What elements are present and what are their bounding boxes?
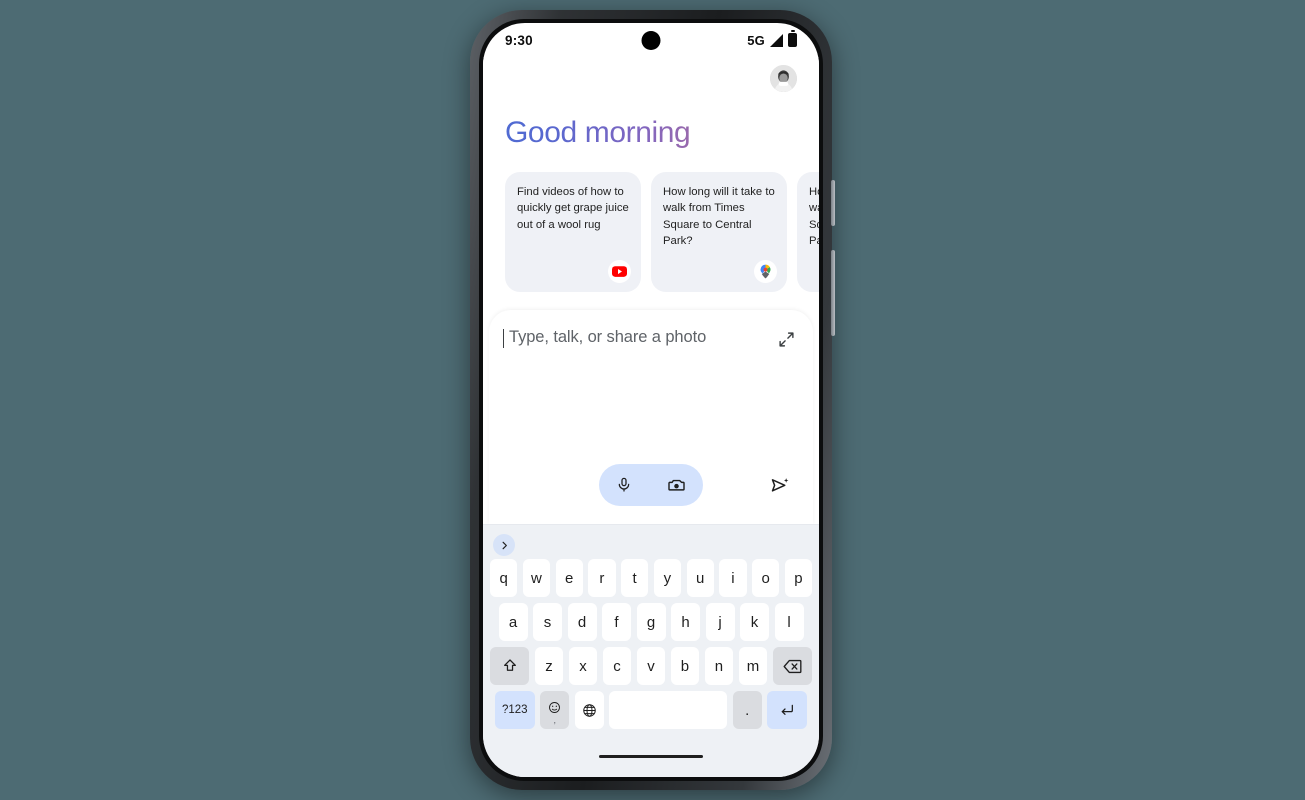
key-x[interactable]: x bbox=[568, 647, 598, 685]
maps-pin-glyph bbox=[760, 264, 771, 279]
camera-glyph bbox=[668, 479, 685, 491]
suggestion-text: How long will it take to walk from Times… bbox=[663, 186, 775, 248]
text-caret bbox=[503, 329, 505, 348]
key-k[interactable]: k bbox=[740, 603, 769, 641]
suggestion-text: How long will it take to walk from Times… bbox=[809, 186, 819, 248]
google-maps-pin-icon bbox=[754, 260, 777, 283]
numbers-symbols-key[interactable]: ?123 bbox=[494, 691, 535, 729]
home-gesture-bar[interactable] bbox=[599, 754, 703, 758]
key-h[interactable]: h bbox=[671, 603, 700, 641]
key-p[interactable]: p bbox=[784, 559, 812, 597]
language-globe-key[interactable] bbox=[574, 691, 604, 729]
keyboard-toolbar bbox=[487, 531, 815, 559]
volume-rocker-button[interactable] bbox=[831, 250, 835, 336]
key-o[interactable]: o bbox=[752, 559, 780, 597]
key-f[interactable]: f bbox=[602, 603, 631, 641]
input-placeholder-text: Type, talk, or share a photo bbox=[509, 328, 707, 346]
home-indicator-area bbox=[487, 735, 815, 777]
send-sparkle-icon[interactable] bbox=[765, 471, 793, 499]
suggestion-card[interactable]: How long will it take to walk from Times… bbox=[797, 172, 819, 292]
chevron-right-glyph bbox=[502, 541, 507, 549]
backspace-icon bbox=[783, 659, 802, 673]
phone-bezel: 9:30 5G Good morning Find videos of how … bbox=[479, 19, 823, 781]
suggestion-card[interactable]: How long will it take to walk from Times… bbox=[651, 172, 787, 292]
enter-return-icon bbox=[781, 704, 794, 715]
screenshot-stage: 9:30 5G Good morning Find videos of how … bbox=[0, 0, 1305, 800]
comma-label: , bbox=[553, 715, 557, 725]
period-key[interactable]: . bbox=[732, 691, 762, 729]
microphone-icon[interactable] bbox=[616, 476, 632, 494]
key-y[interactable]: y bbox=[653, 559, 681, 597]
status-indicators: 5G bbox=[747, 33, 797, 48]
avatar-portrait-icon bbox=[770, 65, 797, 92]
enter-key[interactable] bbox=[767, 691, 808, 729]
on-screen-keyboard: q w e r t y u i o p a s d f g h j k l z … bbox=[483, 524, 819, 777]
suggestion-text: Find videos of how to quickly get grape … bbox=[517, 186, 629, 231]
key-s[interactable]: s bbox=[533, 603, 562, 641]
search-input[interactable]: Type, talk, or share a photo bbox=[503, 328, 707, 348]
camera-icon[interactable] bbox=[667, 476, 686, 494]
key-a[interactable]: a bbox=[498, 603, 528, 641]
keyboard-row-2: a s d f g h j k l bbox=[487, 603, 815, 641]
signal-bars-icon bbox=[770, 33, 783, 47]
key-e[interactable]: e bbox=[555, 559, 583, 597]
phone-device-frame: 9:30 5G Good morning Find videos of how … bbox=[470, 10, 835, 790]
key-g[interactable]: g bbox=[636, 603, 666, 641]
compose-input-row[interactable]: Type, talk, or share a photo bbox=[503, 328, 797, 350]
front-camera-dot bbox=[641, 31, 661, 50]
youtube-icon bbox=[608, 260, 631, 283]
keyboard-row-3: z x c v b n m bbox=[487, 647, 815, 685]
shift-key[interactable] bbox=[490, 647, 530, 685]
expand-diagonal-icon[interactable] bbox=[775, 328, 797, 350]
key-v[interactable]: v bbox=[636, 647, 666, 685]
compose-action-row bbox=[505, 464, 797, 506]
power-button[interactable] bbox=[831, 180, 835, 226]
key-b[interactable]: b bbox=[670, 647, 700, 685]
page-title: Good morning bbox=[483, 92, 819, 150]
suggestion-card[interactable]: Find videos of how to quickly get grape … bbox=[505, 172, 641, 292]
key-t[interactable]: t bbox=[621, 559, 649, 597]
key-u[interactable]: u bbox=[686, 559, 714, 597]
emoji-smiley-icon bbox=[549, 701, 561, 713]
emoji-comma-key[interactable]: , bbox=[540, 691, 570, 729]
voice-camera-pill[interactable] bbox=[599, 464, 703, 506]
avatar-row bbox=[483, 57, 819, 92]
key-l[interactable]: l bbox=[774, 603, 804, 641]
key-z[interactable]: z bbox=[534, 647, 564, 685]
key-q[interactable]: q bbox=[490, 559, 518, 597]
profile-avatar[interactable] bbox=[770, 65, 797, 92]
key-j[interactable]: j bbox=[705, 603, 735, 641]
key-m[interactable]: m bbox=[738, 647, 768, 685]
expand-glyph bbox=[778, 331, 794, 347]
assistant-header-area: Good morning Find videos of how to quick… bbox=[483, 57, 819, 300]
phone-screen: 9:30 5G Good morning Find videos of how … bbox=[483, 23, 819, 777]
backspace-key[interactable] bbox=[772, 647, 812, 685]
compose-sheet: Type, talk, or share a photo bbox=[489, 310, 813, 524]
status-bar: 9:30 5G bbox=[483, 23, 819, 57]
key-n[interactable]: n bbox=[704, 647, 734, 685]
chevron-right-icon[interactable] bbox=[493, 534, 515, 556]
suggestion-card-list[interactable]: Find videos of how to quickly get grape … bbox=[483, 150, 819, 292]
youtube-glyph bbox=[612, 266, 627, 277]
microphone-glyph bbox=[618, 477, 630, 492]
key-w[interactable]: w bbox=[522, 559, 550, 597]
key-c[interactable]: c bbox=[602, 647, 632, 685]
key-d[interactable]: d bbox=[567, 603, 597, 641]
language-globe-icon bbox=[583, 703, 596, 717]
status-clock: 9:30 bbox=[505, 32, 533, 48]
battery-full-icon bbox=[788, 33, 797, 47]
shift-up-arrow-icon bbox=[503, 659, 516, 671]
keyboard-row-4: ?123 , . bbox=[487, 691, 815, 729]
key-r[interactable]: r bbox=[588, 559, 616, 597]
network-type-label: 5G bbox=[747, 32, 765, 48]
space-key[interactable] bbox=[609, 691, 728, 729]
keyboard-row-1: q w e r t y u i o p bbox=[487, 559, 815, 597]
key-i[interactable]: i bbox=[719, 559, 747, 597]
send-glyph bbox=[771, 477, 788, 492]
